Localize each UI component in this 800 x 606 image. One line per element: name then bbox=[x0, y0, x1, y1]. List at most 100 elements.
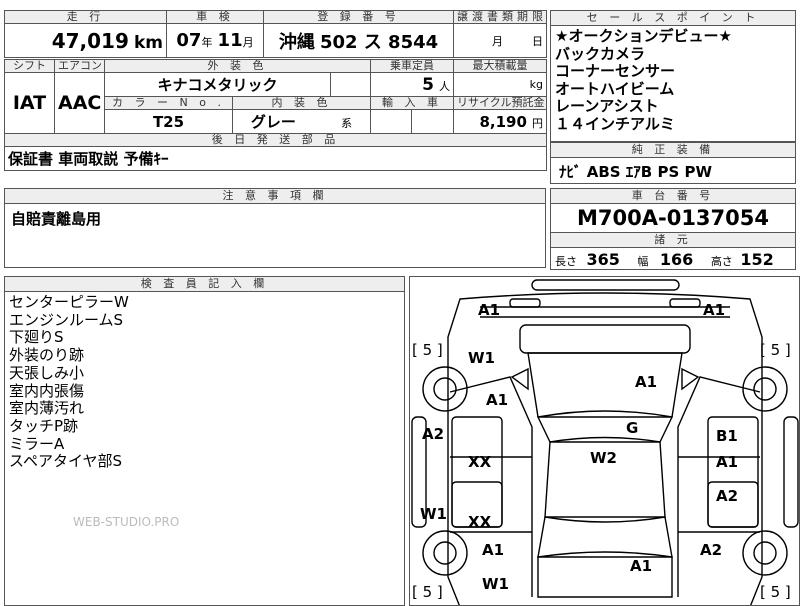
damage-left-rear: A1 bbox=[482, 541, 505, 559]
sales-points-list: ★オークションデビュー★ バックカメラ コーナーセンサー オートハイビーム レーンアシス… bbox=[551, 26, 795, 133]
mileage-unit: km bbox=[133, 32, 163, 53]
transfer-month-unit: 月 bbox=[492, 34, 503, 48]
length-label: 長さ bbox=[555, 255, 577, 268]
interior-color-value: グレー bbox=[250, 113, 296, 131]
recycle-unit: 円 bbox=[532, 117, 544, 130]
tire-front-left-depth: [ 5 ] bbox=[412, 341, 443, 359]
notes-panel: 注 意 事 項 欄 自賠責離島用 bbox=[4, 188, 546, 268]
inspection-cell: 07年 11月 bbox=[166, 23, 264, 58]
damage-w1-bottom: W1 bbox=[482, 575, 509, 593]
recycle-cell: 8,190 円 bbox=[453, 109, 548, 134]
inspector-note-item: 室内薄汚れ bbox=[9, 399, 85, 418]
sales-point-item: ★オークションデビュー★ bbox=[555, 27, 732, 45]
plate-number: 502 ス 8544 bbox=[319, 31, 439, 53]
sales-point-item: オートハイビーム bbox=[555, 79, 675, 98]
wheel-rear-left bbox=[422, 530, 468, 576]
recycle-header: リサイクル預託金 bbox=[453, 96, 548, 110]
damage-right-door: A1 bbox=[716, 453, 739, 471]
max-load-header: 最大積載量 bbox=[453, 59, 548, 73]
shift-header: シフト bbox=[4, 59, 55, 73]
sales-point-item: １４インチアルミ bbox=[555, 114, 675, 133]
inspector-note-item: スペアタイヤ部S bbox=[9, 452, 123, 471]
inspector-header: 検 査 員 記 入 欄 bbox=[5, 277, 404, 292]
import-header: 輸 入 車 bbox=[370, 96, 455, 110]
inspection-header: 車 検 bbox=[166, 10, 264, 24]
exterior-color-value: キナコメタリック bbox=[104, 72, 331, 97]
inspection-month-unit: 月 bbox=[242, 36, 254, 49]
height-value: 152 bbox=[740, 250, 774, 269]
wheel-rear-right bbox=[742, 530, 788, 576]
color-no-value: T25 bbox=[104, 109, 233, 134]
capacity-cell: 5 人 bbox=[370, 72, 455, 97]
shipping-parts-header: 後 日 発 送 部 品 bbox=[3, 133, 548, 147]
damage-roof: G bbox=[626, 419, 639, 437]
sales-point-item: レーンアシスト bbox=[555, 97, 659, 115]
damage-rear: A1 bbox=[630, 557, 653, 575]
car-diagram-panel: [ 5 ] [ 5 ] [ 5 ] [ 5 ] A1 A1 W1 A1 A1 A… bbox=[409, 276, 800, 606]
tire-rear-right-depth: [ 5 ] bbox=[760, 583, 791, 601]
tire-front-right-depth: [ 5 ] bbox=[760, 341, 791, 359]
inspector-panel: 検 査 員 記 入 欄 センターピラーW エンジンルームS 下廻りS 外装のり跡 天張し… bbox=[4, 276, 405, 606]
genuine-equipment-value: ﾅﾋﾞ ABS ｴｱB PS PW bbox=[559, 163, 713, 181]
chassis-value: M700A-0137054 bbox=[551, 204, 795, 233]
inspector-notes-list: センターピラーW エンジンルームS 下廻りS 外装のり跡 天張しみ小 室内内張傷 室内薄汚れ… bbox=[5, 292, 404, 471]
inspector-note-item: 外装のり跡 bbox=[9, 346, 85, 365]
recycle-value: 8,190 bbox=[479, 113, 527, 131]
car-diagram bbox=[411, 279, 799, 605]
inspector-note-item: ミラーA bbox=[9, 434, 65, 453]
notes-header: 注 意 事 項 欄 bbox=[5, 189, 545, 204]
plate-region: 沖縄 bbox=[278, 31, 315, 53]
inspection-year: 07 bbox=[176, 30, 202, 51]
registration-cell: 沖縄 502 ス 8544 bbox=[263, 23, 454, 58]
max-load-unit: kg bbox=[529, 78, 544, 91]
mileage-cell: 47,019 km bbox=[4, 23, 167, 58]
capacity-unit: 人 bbox=[439, 79, 451, 93]
sales-points-header: セ ー ル ス ポ イ ン ト bbox=[551, 11, 795, 26]
shipping-parts-value: 保証書 車両取説 予備ｷｰ bbox=[3, 146, 548, 171]
transfer-deadline-header: 譲渡書類期限 bbox=[453, 10, 547, 24]
exterior-color-extra bbox=[329, 72, 372, 97]
damage-left-side: A2 bbox=[422, 425, 445, 443]
inspector-note-item: エンジンルームS bbox=[9, 310, 124, 329]
genuine-equipment-header: 純 正 装 備 bbox=[551, 143, 795, 158]
import-cell-a bbox=[370, 109, 413, 134]
interior-color-cell: グレー 系 bbox=[231, 109, 372, 134]
damage-w1-upper: W1 bbox=[468, 349, 495, 367]
vehicle-info-table: 走 行 車 検 登 録 番 号 譲渡書類期限 47,019 km 07年 11月… bbox=[4, 10, 547, 58]
interior-color-header: 内 装 色 bbox=[231, 96, 372, 110]
sales-point-item: バックカメラ bbox=[555, 44, 646, 63]
interior-suffix: 系 bbox=[341, 117, 353, 130]
chassis-header: 車 台 番 号 bbox=[551, 189, 795, 204]
genuine-equipment-panel: 純 正 装 備 ﾅﾋﾞ ABS ｴｱB PS PW bbox=[550, 142, 796, 184]
mileage-value: 47,019 bbox=[51, 28, 129, 53]
damage-xx-lower: XX bbox=[468, 513, 492, 531]
sales-points-panel: セ ー ル ス ポ イ ン ト ★オークションデビュー★ バックカメラ コーナーセン… bbox=[550, 10, 796, 142]
damage-right-door-rear: A2 bbox=[716, 487, 739, 505]
specs-header: 諸 元 bbox=[551, 233, 795, 248]
damage-front-right: A1 bbox=[703, 301, 726, 319]
inspection-year-unit: 年 bbox=[201, 36, 213, 49]
exterior-color-header: 外 装 色 bbox=[103, 59, 372, 73]
damage-right-b1: B1 bbox=[716, 427, 738, 445]
max-load-cell: kg bbox=[453, 72, 548, 97]
damage-w1-lower: W1 bbox=[420, 505, 447, 523]
color-no-header: カ ラ ー N o . bbox=[104, 96, 233, 110]
capacity-value: 5 bbox=[422, 74, 434, 95]
inspector-note-item: 室内内張傷 bbox=[9, 381, 85, 400]
notes-value: 自賠責離島用 bbox=[11, 210, 102, 228]
dimensions-row: 長さ 365 幅 166 高さ 152 bbox=[551, 248, 795, 271]
damage-left-fender: A1 bbox=[486, 391, 509, 409]
damage-front-left: A1 bbox=[478, 301, 501, 319]
width-value: 166 bbox=[659, 250, 694, 269]
tire-rear-left-depth: [ 5 ] bbox=[412, 583, 443, 601]
capacity-header: 乗車定員 bbox=[370, 59, 455, 73]
height-label: 高さ bbox=[710, 255, 733, 268]
watermark: WEB-STUDIO.PRO bbox=[73, 515, 180, 529]
inspector-note-item: センターピラーW bbox=[9, 293, 129, 311]
inspector-note-item: 下廻りS bbox=[9, 328, 64, 347]
damage-w2: W2 bbox=[590, 449, 617, 467]
length-value: 365 bbox=[586, 250, 620, 269]
registration-header: 登 録 番 号 bbox=[263, 10, 454, 24]
sales-point-item: コーナーセンサー bbox=[555, 62, 676, 80]
damage-hood: A1 bbox=[635, 373, 658, 391]
